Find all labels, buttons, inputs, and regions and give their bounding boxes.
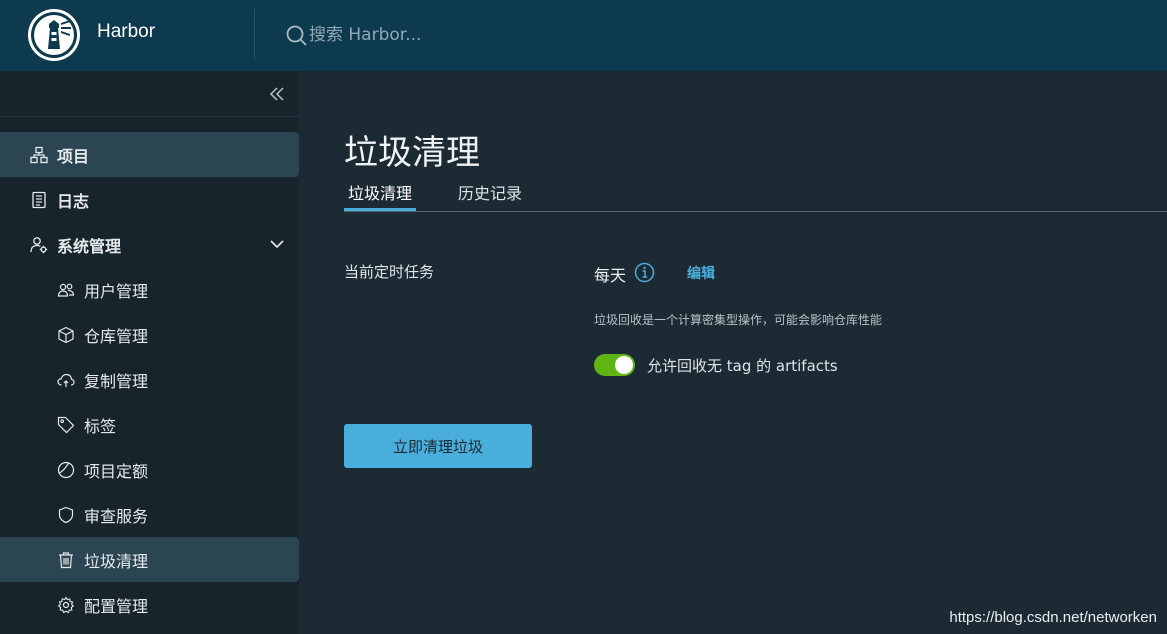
gc-now-button[interactable]: 立即清理垃圾 — [344, 424, 532, 468]
chevron-down-icon[interactable] — [269, 236, 285, 252]
shield-icon — [58, 506, 74, 523]
sidebar-item-label: 系统管理 — [57, 236, 122, 256]
header-divider — [254, 9, 255, 59]
sidebar: 项目 日志 系统管理 用户管理 仓库管理 复制管理 标签 项目定额 审查服务 垃… — [0, 71, 299, 634]
harbor-logo[interactable] — [28, 9, 80, 61]
replication-icon — [57, 373, 75, 387]
schedule-value: 每天 — [594, 266, 627, 285]
brand-name: Harbor — [97, 21, 156, 42]
sidebar-item-label: 复制管理 — [84, 371, 149, 391]
sidebar-item-label: 配置管理 — [84, 596, 149, 616]
main-content: 垃圾清理 垃圾清理 历史记录 当前定时任务 每天 编辑 垃圾回收是一个计算密集型… — [299, 71, 1167, 634]
sidebar-item-label: 项目 — [57, 146, 90, 166]
tab-garbage-collection[interactable]: 垃圾清理 — [344, 175, 417, 211]
sidebar-item-logs[interactable]: 日志 — [0, 177, 299, 222]
sidebar-item-label: 用户管理 — [84, 281, 149, 301]
sidebar-item-garbage-collection[interactable]: 垃圾清理 — [0, 537, 299, 582]
delete-untagged-label: 允许回收无 tag 的 artifacts — [647, 357, 838, 375]
sidebar-item-admin[interactable]: 系统管理 — [0, 222, 299, 267]
collapse-sidebar-icon[interactable] — [266, 83, 288, 105]
admin-icon — [30, 236, 48, 253]
tag-icon — [57, 416, 75, 433]
top-header: Harbor — [0, 0, 1167, 71]
sidebar-item-project-quotas[interactable]: 项目定额 — [0, 447, 299, 492]
watermark: https://blog.csdn.net/networken — [949, 609, 1157, 626]
users-icon — [57, 283, 75, 297]
sidebar-item-label: 项目定额 — [84, 461, 149, 481]
sidebar-item-configuration[interactable]: 配置管理 — [0, 582, 299, 627]
logs-icon — [32, 191, 46, 208]
page-title: 垃圾清理 — [344, 133, 480, 173]
projects-icon — [30, 146, 48, 163]
sidebar-item-projects[interactable]: 项目 — [0, 132, 299, 177]
sidebar-item-labels[interactable]: 标签 — [0, 402, 299, 447]
info-icon[interactable] — [634, 262, 655, 283]
schedule-label: 当前定时任务 — [344, 263, 435, 281]
lighthouse-icon — [31, 12, 77, 58]
search-input[interactable] — [309, 25, 529, 45]
delete-untagged-toggle[interactable] — [594, 354, 635, 376]
sidebar-item-label: 仓库管理 — [84, 326, 149, 346]
edit-schedule-link[interactable]: 编辑 — [687, 263, 715, 283]
search-icon — [286, 25, 307, 46]
sidebar-divider — [0, 116, 299, 117]
sidebar-item-label: 日志 — [57, 191, 90, 211]
trash-icon — [59, 551, 73, 568]
global-search[interactable] — [285, 21, 529, 49]
sidebar-item-replication[interactable]: 复制管理 — [0, 357, 299, 402]
gear-icon — [57, 595, 75, 613]
quota-icon — [57, 461, 75, 478]
tab-history[interactable]: 历史记录 — [454, 175, 526, 211]
sidebar-item-user-management[interactable]: 用户管理 — [0, 267, 299, 312]
registry-icon — [58, 326, 74, 343]
gc-help-text: 垃圾回收是一个计算密集型操作，可能会影响仓库性能 — [594, 313, 883, 327]
toggle-knob — [615, 356, 633, 374]
sidebar-item-registry-management[interactable]: 仓库管理 — [0, 312, 299, 357]
sidebar-item-label: 标签 — [84, 416, 117, 436]
sidebar-item-interrogation-services[interactable]: 审查服务 — [0, 492, 299, 537]
sidebar-item-label: 审查服务 — [84, 506, 149, 526]
sidebar-item-label: 垃圾清理 — [84, 551, 149, 571]
tab-bar: 垃圾清理 历史记录 — [344, 175, 1167, 212]
